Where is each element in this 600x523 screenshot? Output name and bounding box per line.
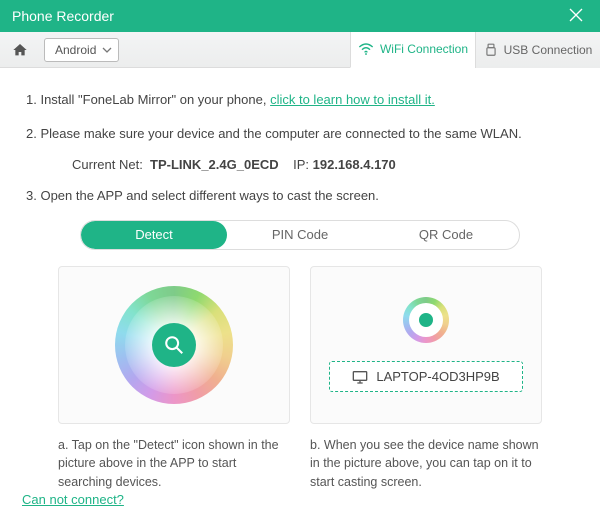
caption-a: a. Tap on the "Detect" icon shown in the… (58, 436, 290, 492)
chevron-down-icon (102, 45, 112, 55)
magnify-icon (163, 334, 185, 356)
device-name: LAPTOP-4OD3HP9B (376, 369, 499, 384)
install-link[interactable]: click to learn how to install it. (270, 92, 435, 107)
step-1: 1. Install "FoneLab Mirror" on your phon… (26, 90, 574, 110)
home-icon (12, 42, 28, 58)
current-net-value: TP-LINK_2.4G_0ECD (150, 157, 279, 172)
ip-value: 192.168.4.170 (313, 157, 396, 172)
step-2: 2. Please make sure your device and the … (26, 124, 574, 144)
caption-b: b. When you see the device name shown in… (310, 436, 542, 492)
tab-usb-label: USB Connection (504, 43, 593, 57)
monitor-icon (352, 370, 368, 384)
mode-qr[interactable]: QR Code (373, 221, 519, 249)
content: 1. Install "FoneLab Mirror" on your phon… (0, 68, 600, 502)
tab-wifi-label: WiFi Connection (380, 42, 468, 56)
wifi-icon (358, 42, 374, 56)
tab-usb[interactable]: USB Connection (475, 32, 600, 68)
current-net-label: Current Net: (72, 157, 143, 172)
network-info: Current Net: TP-LINK_2.4G_0ECD IP: 192.1… (26, 157, 574, 172)
home-button[interactable] (0, 32, 40, 68)
cannot-connect-link[interactable]: Can not connect? (22, 492, 124, 507)
step-1-text: 1. Install "FoneLab Mirror" on your phon… (26, 92, 270, 107)
connection-tabs: WiFi Connection USB Connection (350, 32, 600, 68)
mode-detect[interactable]: Detect (81, 221, 227, 249)
mode-tabs: Detect PIN Code QR Code (80, 220, 520, 250)
device-chip: LAPTOP-4OD3HP9B (329, 361, 522, 392)
captions: a. Tap on the "Detect" icon shown in the… (58, 436, 542, 492)
ip-label: IP: (293, 157, 309, 172)
platform-label: Android (55, 43, 96, 57)
device-wheel-icon (403, 297, 449, 343)
panel-detect (58, 266, 290, 424)
step-3: 3. Open the APP and select different way… (26, 186, 574, 206)
titlebar: Phone Recorder (0, 0, 600, 32)
detect-wheel-icon (115, 286, 233, 404)
close-icon[interactable] (564, 6, 588, 27)
tab-wifi[interactable]: WiFi Connection (350, 32, 475, 68)
platform-select[interactable]: Android (44, 38, 119, 62)
toolbar: Android WiFi Connection USB Connection (0, 32, 600, 68)
mode-pin-label: PIN Code (272, 227, 328, 242)
window-title: Phone Recorder (12, 8, 564, 24)
mode-qr-label: QR Code (419, 227, 473, 242)
panels: LAPTOP-4OD3HP9B (58, 266, 542, 424)
usb-icon (484, 43, 498, 57)
mode-pin[interactable]: PIN Code (227, 221, 373, 249)
panel-device: LAPTOP-4OD3HP9B (310, 266, 542, 424)
mode-detect-label: Detect (135, 227, 173, 242)
